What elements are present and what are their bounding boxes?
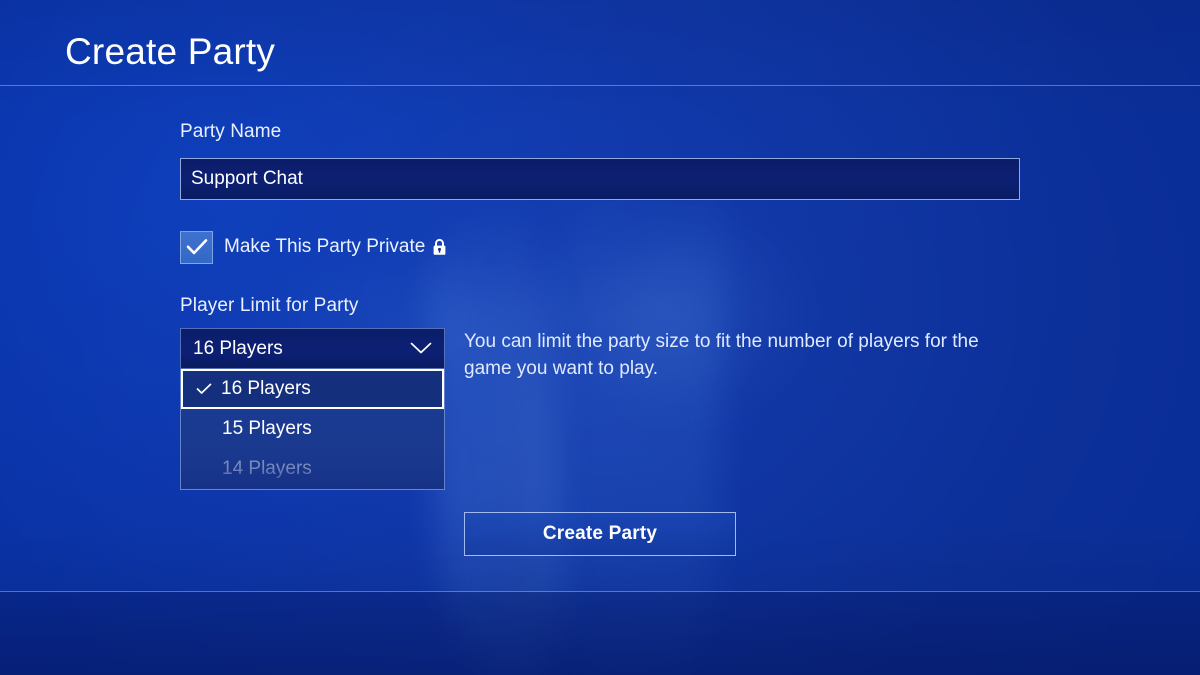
private-checkbox-label: Make This Party Private <box>224 236 426 257</box>
chevron-down-icon <box>410 342 432 355</box>
player-limit-select-wrapper: 16 Players 16 Players 15 Players 14 Play… <box>180 328 445 490</box>
make-party-private-row[interactable]: Make This Party Private <box>180 230 447 264</box>
option-label-0: 16 Players <box>221 378 311 399</box>
player-limit-label: Player Limit for Party <box>180 295 359 316</box>
create-party-screen: Create Party Party Name Make This Party … <box>0 0 1200 675</box>
option-check-icon <box>196 383 212 395</box>
option-label-2: 14 Players <box>222 458 312 479</box>
player-limit-help-text: You can limit the party size to fit the … <box>464 331 979 379</box>
header-divider <box>0 85 1200 86</box>
page-title: Create Party <box>65 31 276 72</box>
player-limit-select[interactable]: 16 Players <box>180 328 445 369</box>
footer-area <box>0 592 1200 675</box>
header-bar: Create Party <box>0 0 1200 86</box>
option-item-2[interactable]: 14 Players <box>181 449 444 489</box>
party-name-input[interactable] <box>180 158 1020 200</box>
option-item-1[interactable]: 15 Players <box>181 409 444 449</box>
option-label-1: 15 Players <box>222 418 312 439</box>
checkmark-icon <box>186 239 207 255</box>
player-limit-selected-value: 16 Players <box>193 337 283 359</box>
private-checkbox[interactable] <box>180 230 213 264</box>
create-party-button[interactable]: Create Party <box>464 512 736 556</box>
private-checkbox-label-group: Make This Party Private <box>224 236 447 258</box>
player-limit-option-list[interactable]: 16 Players 15 Players 14 Players <box>180 369 445 490</box>
party-name-label: Party Name <box>180 121 282 142</box>
lock-icon <box>432 238 447 257</box>
option-item-0[interactable]: 16 Players <box>181 369 444 409</box>
